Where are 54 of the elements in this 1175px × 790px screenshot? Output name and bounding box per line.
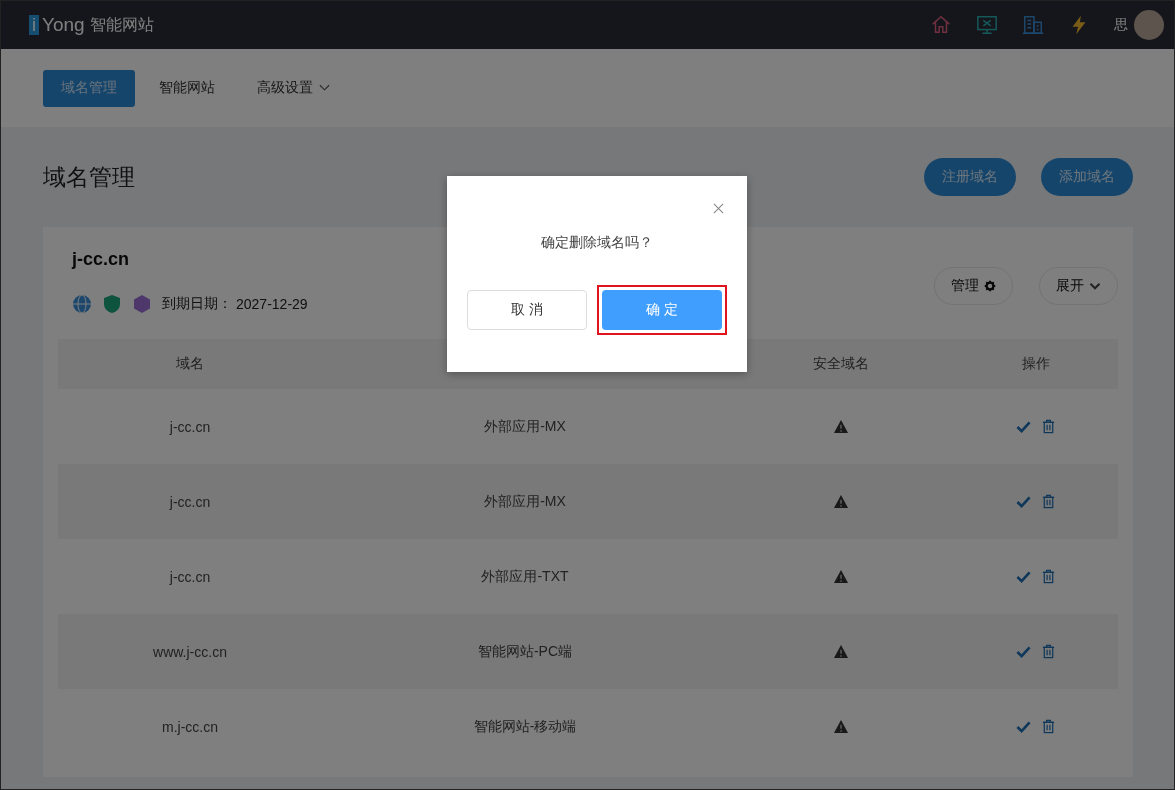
table-cell: www.j-cc.cn	[153, 643, 227, 660]
trash-icon[interactable]	[1041, 719, 1056, 734]
logo-text: Yong	[42, 14, 85, 36]
domain-name: j-cc.cn	[72, 249, 131, 270]
hexagon-icon	[132, 294, 152, 314]
gear-icon	[984, 280, 996, 292]
page-title: 域名管理	[43, 162, 135, 192]
building-icon[interactable]	[1022, 14, 1044, 36]
shield-icon	[102, 294, 122, 314]
avatar[interactable]	[1134, 10, 1164, 40]
table-cell: 智能网站-PC端	[477, 642, 573, 661]
expiry-date: 2027-12-29	[236, 296, 308, 312]
trash-icon[interactable]	[1041, 644, 1056, 659]
trash-icon[interactable]	[1041, 569, 1056, 584]
table-cell: j-cc.cn	[169, 493, 211, 510]
checkmark-icon[interactable]	[1016, 569, 1031, 584]
logo-mark: i	[29, 15, 39, 35]
expiry-label: 到期日期：	[162, 295, 232, 313]
column-header: 安全域名	[813, 355, 869, 373]
manage-button[interactable]: 管理	[934, 267, 1013, 305]
table-cell: 外部应用-MX	[484, 417, 566, 436]
caret-icon	[319, 84, 330, 92]
home-icon[interactable]	[930, 14, 952, 36]
product-name: 智能网站	[89, 14, 154, 35]
dialog-message: 确定删除域名吗？	[541, 234, 653, 252]
checkmark-icon[interactable]	[1016, 719, 1031, 734]
table-cell: 外部应用-TXT	[481, 567, 569, 586]
table-cell: m.j-cc.cn	[162, 718, 218, 735]
nav-tab[interactable]: 智能网站	[141, 69, 233, 107]
warning-icon	[833, 419, 849, 434]
checkmark-icon[interactable]	[1016, 494, 1031, 509]
nav-tab[interactable]: 高级设置	[239, 69, 348, 107]
checkmark-icon[interactable]	[1016, 419, 1031, 434]
globe-icon	[72, 294, 92, 314]
warning-icon	[833, 494, 849, 509]
monitor-icon[interactable]	[976, 14, 998, 36]
confirm-button[interactable]: 确 定	[602, 290, 722, 330]
warning-icon	[833, 719, 849, 734]
user-name[interactable]: 思	[1114, 16, 1128, 34]
cancel-button[interactable]: 取 消	[467, 290, 587, 330]
table-cell: 智能网站-移动端	[473, 717, 577, 736]
column-header: 操作	[1022, 355, 1050, 373]
checkmark-icon[interactable]	[1016, 644, 1031, 659]
trash-icon[interactable]	[1041, 419, 1056, 434]
warning-icon	[833, 569, 849, 584]
table-cell: j-cc.cn	[169, 418, 211, 435]
warning-icon	[833, 644, 849, 659]
table-cell: j-cc.cn	[169, 568, 211, 585]
table-cell: 外部应用-MX	[484, 492, 566, 511]
expand-button[interactable]: 展开	[1039, 267, 1118, 305]
close-icon[interactable]	[713, 203, 724, 214]
chevron-down-icon	[1089, 280, 1101, 292]
column-header: 域名	[176, 355, 204, 373]
trash-icon[interactable]	[1041, 494, 1056, 509]
